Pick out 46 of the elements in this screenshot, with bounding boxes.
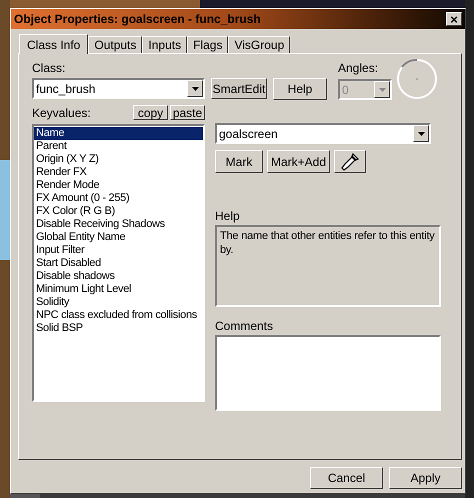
list-item[interactable]: Render FX — [34, 166, 203, 179]
tab[interactable]: Inputs — [142, 36, 188, 53]
angle-dial-icon[interactable] — [396, 58, 438, 100]
list-item[interactable]: Start Disabled — [34, 257, 203, 270]
comments-field[interactable] — [215, 335, 441, 411]
class-button[interactable]: SmartEdit — [211, 78, 267, 99]
list-item[interactable]: FX Amount (0 - 255) — [34, 192, 203, 205]
eyedropper-button[interactable] — [334, 150, 366, 173]
dialog-button[interactable]: Apply — [389, 467, 462, 489]
tab[interactable]: Flags — [187, 36, 228, 53]
dropdown-arrow-icon — [418, 132, 424, 136]
comments-label: Comments — [215, 319, 274, 333]
help-text: The name that other entities refer to this entity by. — [215, 225, 441, 307]
value-dropdown[interactable]: goalscreen — [215, 123, 431, 144]
window-title: Object Properties: goalscreen - func_brush — [14, 12, 261, 26]
list-item[interactable]: FX Color (R G B) — [34, 205, 203, 218]
dropdown-arrow-icon — [192, 86, 198, 90]
list-item[interactable]: Solidity — [34, 296, 203, 309]
list-item[interactable]: NPC class excluded from collisions — [34, 309, 203, 322]
list-item[interactable]: Input Filter — [34, 244, 203, 257]
list-item[interactable]: Global Entity Name — [34, 231, 203, 244]
mark-button[interactable]: Mark — [215, 150, 263, 173]
clipboard-button[interactable]: paste — [170, 105, 205, 120]
tab[interactable]: Outputs — [88, 36, 142, 53]
list-item[interactable]: Origin (X Y Z) — [34, 153, 203, 166]
eyedropper-icon — [340, 152, 360, 172]
close-button[interactable]: × — [446, 12, 462, 26]
list-item[interactable]: Minimum Light Level — [34, 283, 203, 296]
list-item[interactable]: Solid BSP — [34, 322, 203, 335]
class-label: Class: — [32, 61, 66, 75]
class-button[interactable]: Help — [273, 78, 327, 100]
list-item[interactable]: Render Mode — [34, 179, 203, 192]
dropdown-arrow-icon — [378, 88, 386, 92]
angles-label: Angles: — [338, 61, 380, 75]
tab[interactable]: Class Info — [19, 34, 88, 54]
help-label: Help — [215, 209, 241, 223]
list-item[interactable]: Disable Receiving Shadows — [34, 218, 203, 231]
clipboard-button[interactable]: copy — [133, 105, 168, 120]
dialog-button[interactable]: Cancel — [310, 467, 383, 489]
list-item[interactable]: Parent — [34, 140, 203, 153]
class-dropdown[interactable]: func_brush — [32, 78, 205, 99]
mark-button[interactable]: Mark+Add — [267, 150, 330, 173]
list-item[interactable]: Name — [34, 127, 203, 140]
tab[interactable]: VisGroup — [228, 36, 290, 53]
keyvalues-label: Keyvalues: — [32, 106, 91, 120]
list-item[interactable]: Disable shadows — [34, 270, 203, 283]
